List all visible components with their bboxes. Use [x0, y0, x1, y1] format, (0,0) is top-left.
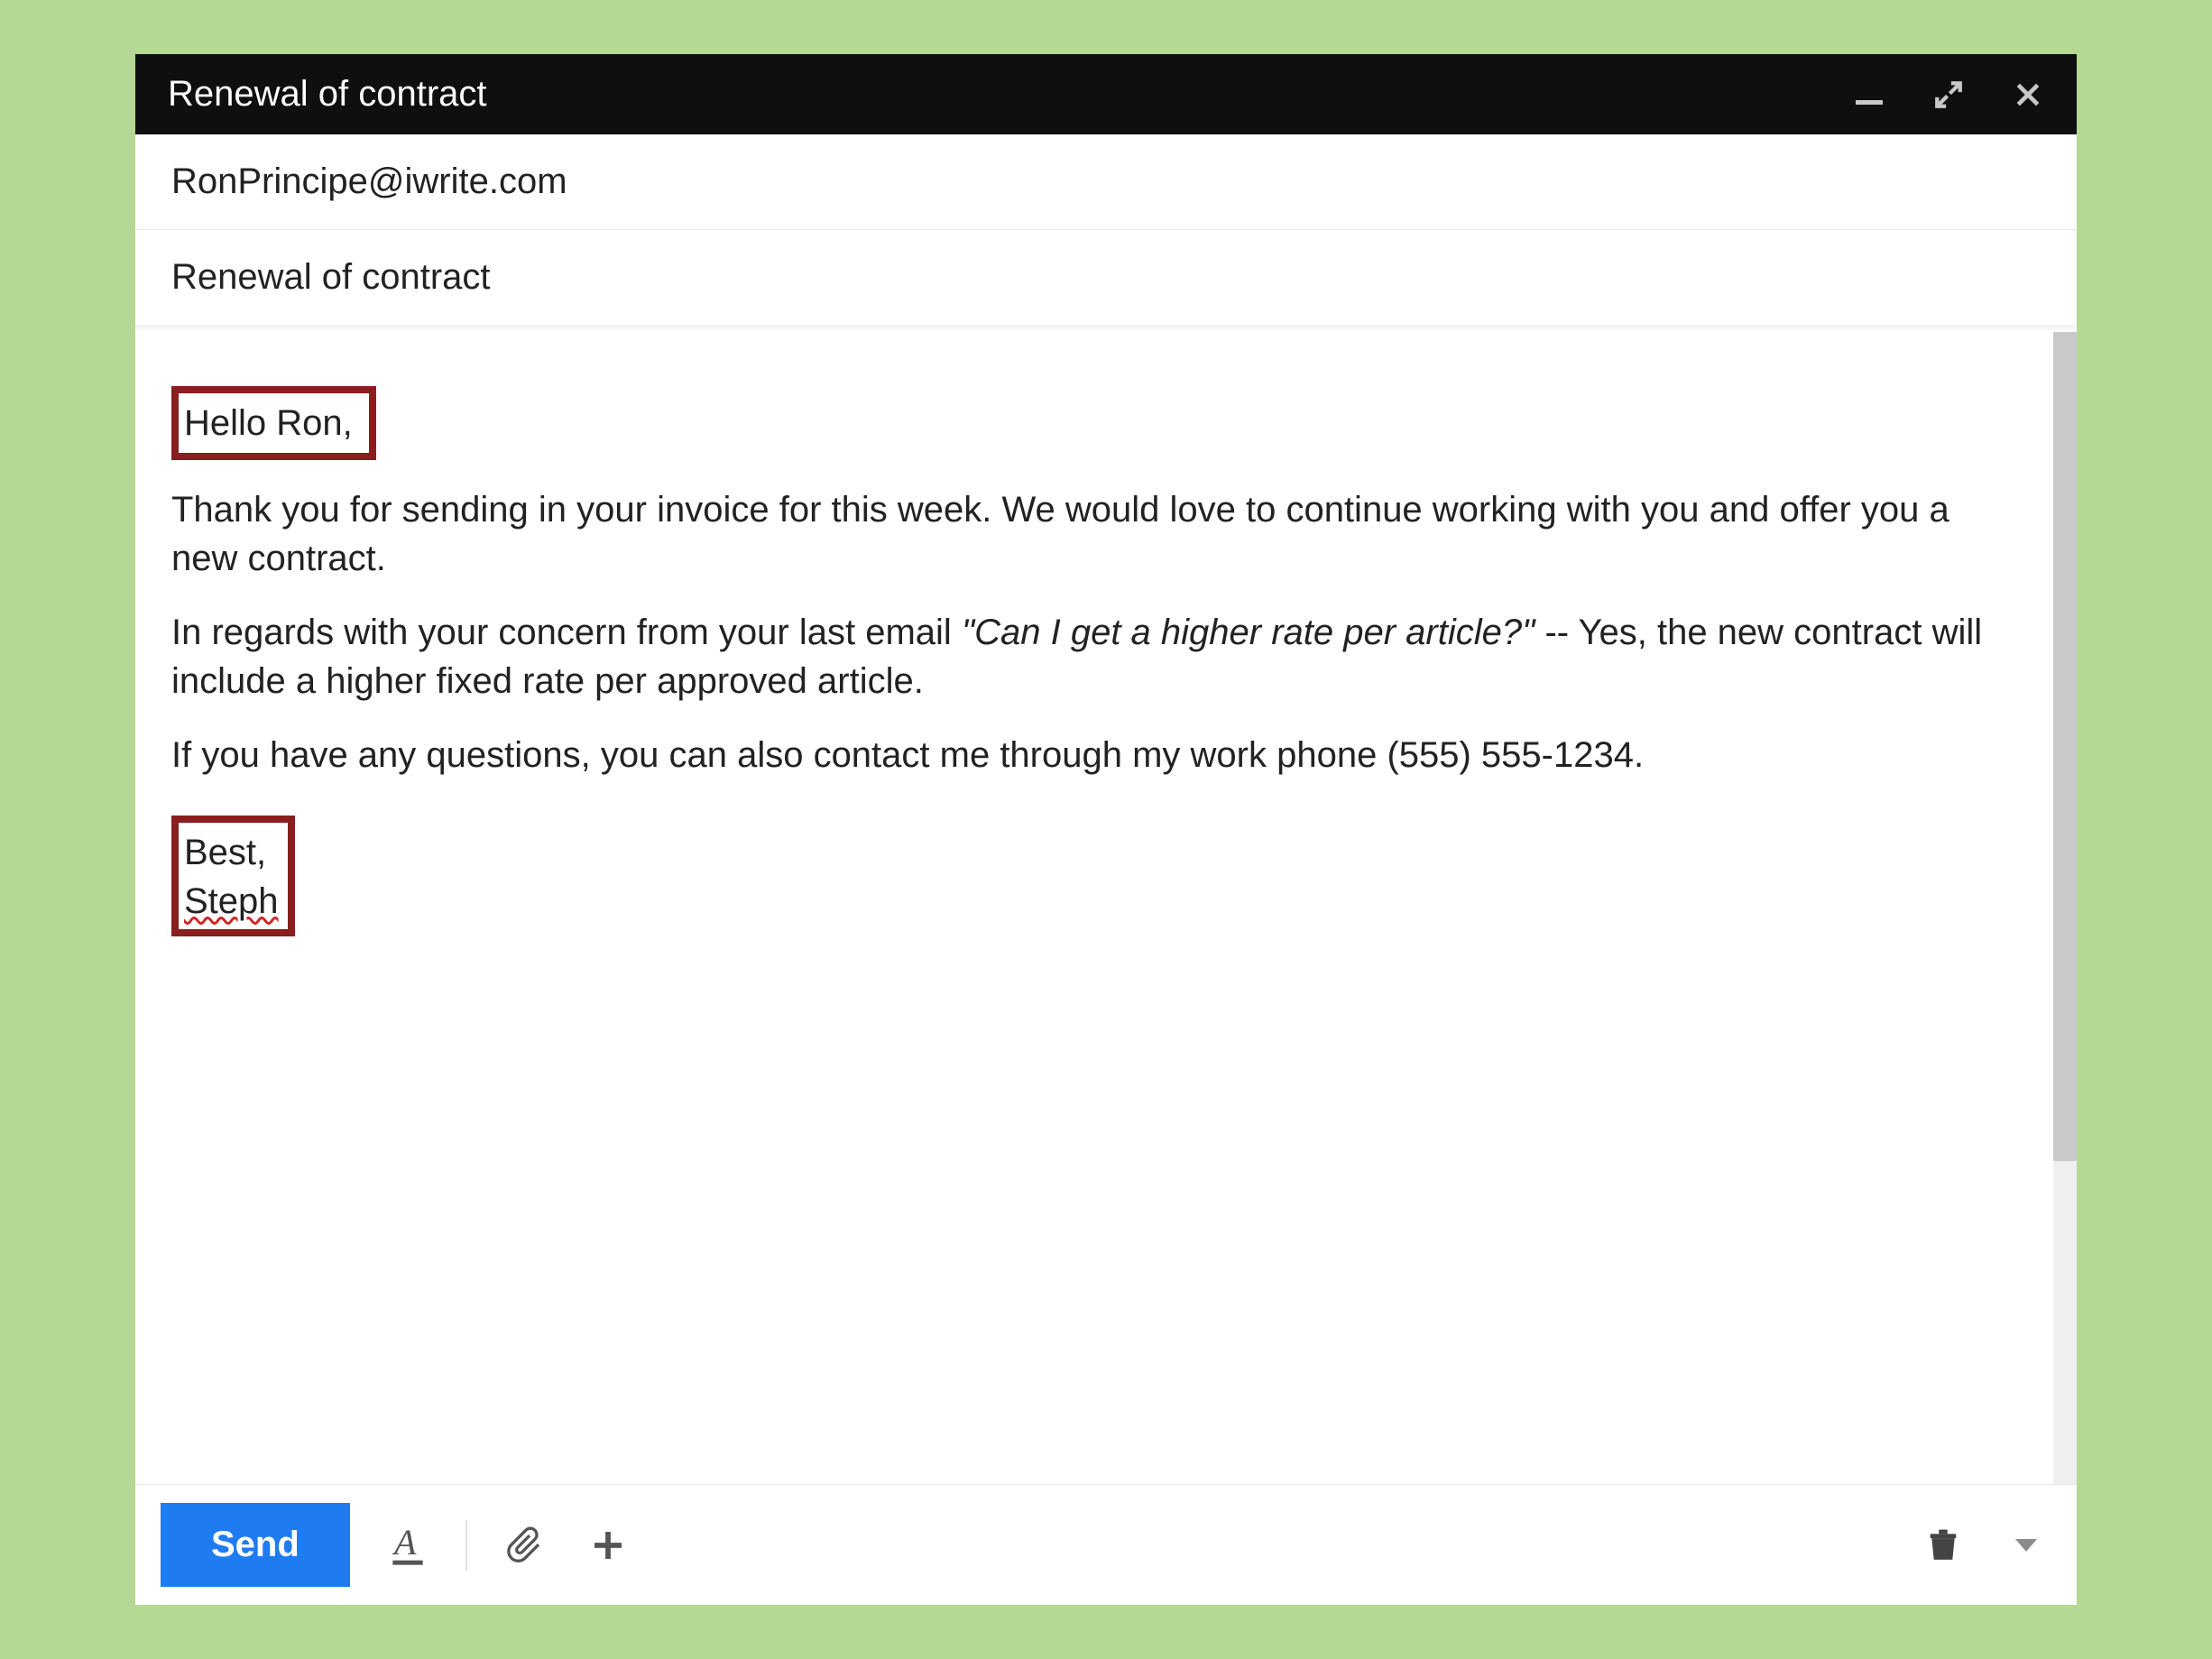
to-field[interactable]: RonPrincipe@iwrite.com: [135, 134, 2077, 230]
compose-toolbar: Send A: [135, 1484, 2077, 1605]
expand-button[interactable]: [1932, 78, 1965, 111]
close-button[interactable]: [2012, 78, 2044, 111]
paragraph-3: If you have any questions, you can also …: [171, 731, 2017, 779]
compose-window: Renewal of contract RonPrincipe: [135, 54, 2077, 1605]
body-wrap: Hello Ron, Thank you for sending in your…: [135, 332, 2077, 1484]
scrollbar-thumb[interactable]: [2053, 332, 2077, 1161]
attach-button[interactable]: [500, 1520, 550, 1571]
discard-button[interactable]: [1918, 1520, 1968, 1571]
send-button[interactable]: Send: [161, 1503, 350, 1587]
svg-text:A: A: [392, 1524, 417, 1562]
toolbar-divider: [465, 1520, 467, 1571]
p2-quote: "Can I get a higher rate per article?": [962, 613, 1535, 652]
paragraph-1: Thank you for sending in your invoice fo…: [171, 485, 2017, 583]
greeting-highlight: Hello Ron,: [171, 386, 376, 460]
minimize-button[interactable]: [1853, 78, 1885, 111]
signature-text: Steph: [184, 881, 279, 921]
closing-text: Best,: [184, 833, 266, 872]
more-options-button[interactable]: [2001, 1520, 2051, 1571]
scrollbar[interactable]: [2053, 332, 2077, 1484]
greeting-text: Hello Ron,: [184, 403, 353, 443]
divider-shadow: [135, 325, 2077, 332]
message-body[interactable]: Hello Ron, Thank you for sending in your…: [135, 332, 2053, 1484]
window-title: Renewal of contract: [168, 74, 487, 115]
titlebar: Renewal of contract: [135, 54, 2077, 134]
formatting-button[interactable]: A: [382, 1520, 433, 1571]
subject-field[interactable]: Renewal of contract: [135, 230, 2077, 325]
p2-prefix: In regards with your concern from your l…: [171, 613, 962, 652]
signoff-highlight: Best, Steph: [171, 816, 295, 936]
window-controls: [1853, 78, 2044, 111]
insert-button[interactable]: [583, 1520, 633, 1571]
paragraph-2: In regards with your concern from your l…: [171, 608, 2017, 705]
